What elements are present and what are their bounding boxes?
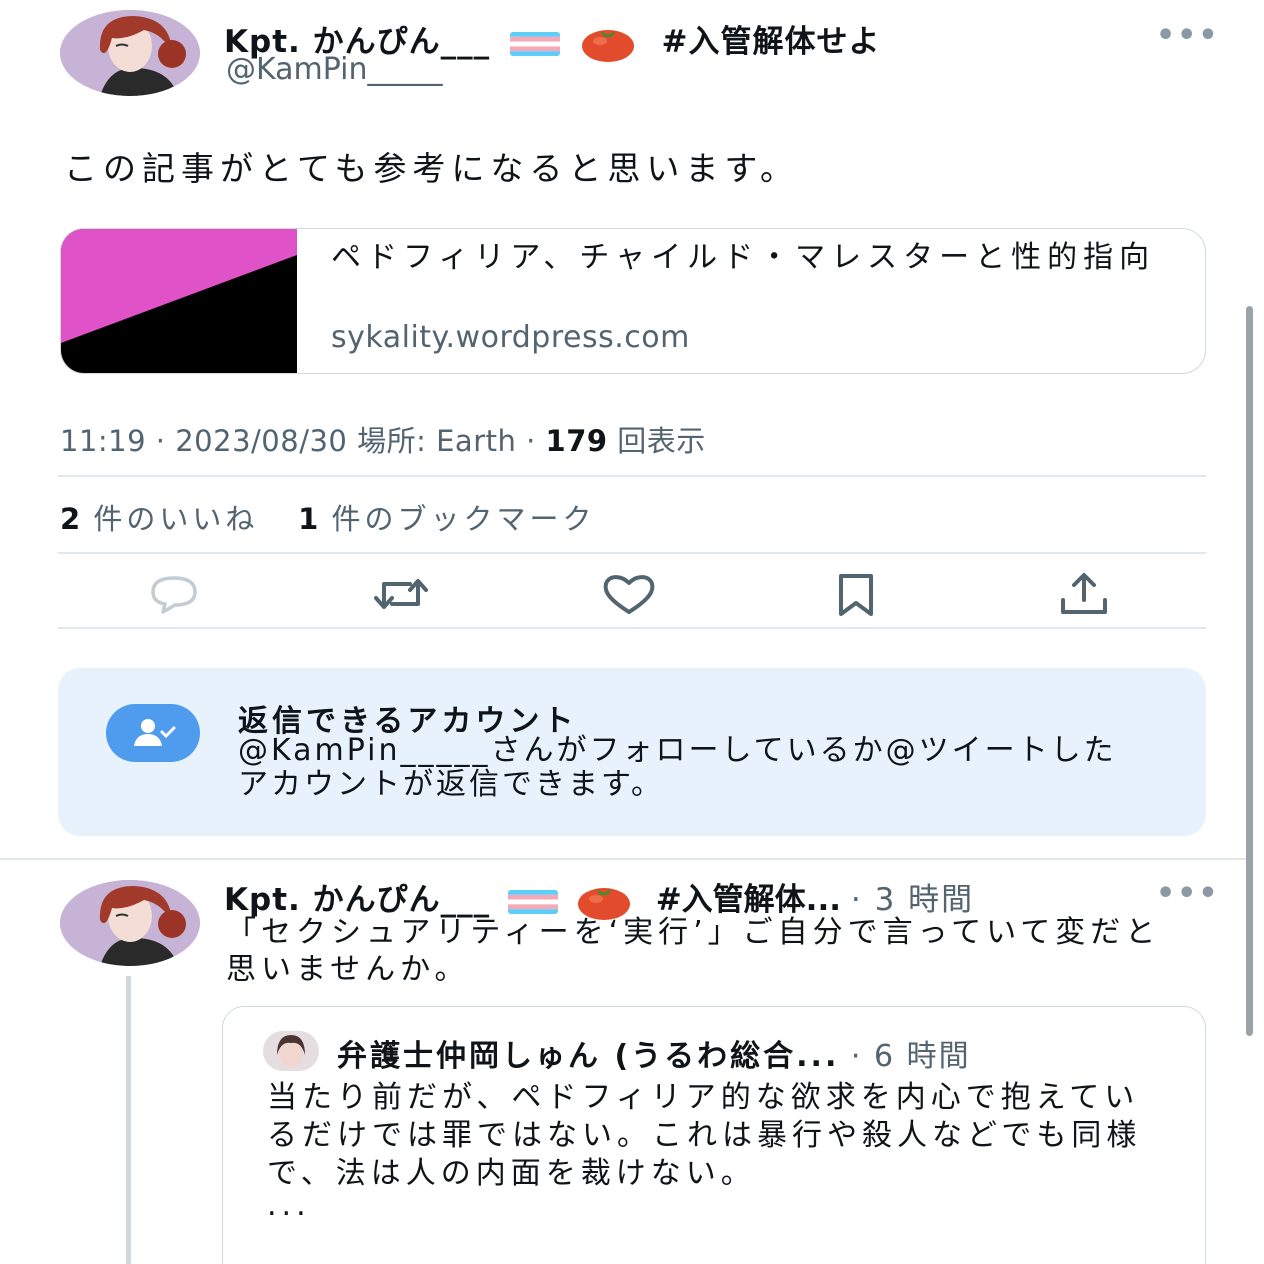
tweet-location: 場所: Earth — [347, 424, 517, 458]
link-card-title: ペドフィリア、チャイルド・マレスターと性的指向 — [331, 240, 1156, 275]
like-icon — [603, 575, 655, 614]
tweet-meta: 11:19 · 2023/08/30 場所: Earth · 179 回表示 — [60, 418, 706, 460]
reply-icon — [151, 576, 197, 614]
author-avatar[interactable] — [60, 10, 200, 96]
link-card-thumbnail — [61, 229, 297, 373]
tweet-stats: 2 件のいいね 1 件のブックマーク — [60, 496, 595, 538]
bookmarks-count: 1 — [298, 502, 319, 536]
meta-separator: · — [146, 424, 176, 458]
reply-time[interactable]: · 3 時間 — [851, 882, 974, 918]
meta-separator: · — [516, 424, 546, 458]
retweet-icon — [374, 579, 428, 609]
link-card-domain: sykality.wordpress.com — [331, 320, 690, 355]
transgender-flag-icon — [507, 889, 558, 914]
quoted-author-avatar — [263, 1031, 319, 1071]
divider — [58, 552, 1206, 554]
section-divider — [0, 858, 1250, 860]
reply-author-hashtag: #入管解体... — [655, 882, 841, 918]
reply-author-name: Kpt. かんぴん___ — [224, 882, 491, 918]
bookmarks-stat[interactable]: 1 件のブックマーク — [298, 502, 595, 536]
likes-label: 件のいいね — [80, 502, 259, 536]
reply-text: 「セクシュアリティーを‘実行’」ご自分で言っていて変だと思いませんか。 — [226, 915, 1161, 987]
bookmarks-label: 件のブックマーク — [318, 502, 596, 536]
quoted-body: 当たり前だが、ペドフィリア的な欲求を内心で抱えているだけでは罪ではない。これは暴… — [267, 1080, 1142, 1191]
retweet-button[interactable] — [369, 570, 433, 618]
transgender-flag-icon — [509, 31, 560, 56]
like-button[interactable] — [597, 570, 661, 618]
tweet-time[interactable]: 11:19 — [60, 424, 146, 458]
tomato-icon — [580, 25, 636, 63]
view-count-label: 回表示 — [607, 424, 706, 458]
quoted-header: 弁護士仲岡しゅん (うるわ総合... · 6 時間 — [337, 1031, 971, 1075]
share-icon — [1061, 573, 1107, 614]
author-handle[interactable]: @KamPin_____ — [226, 52, 443, 87]
reply-more-options-icon[interactable]: ••• — [1156, 876, 1220, 911]
more-options-icon[interactable]: ••• — [1156, 18, 1220, 53]
likes-count: 2 — [60, 502, 81, 536]
bookmark-button[interactable] — [824, 570, 888, 618]
verified-user-icon — [106, 704, 200, 762]
link-card[interactable]: ペドフィリア、チャイルド・マレスターと性的指向 sykality.wordpre… — [60, 228, 1206, 374]
quoted-ellipsis: ... — [267, 1188, 311, 1223]
tweet-text: この記事がとても参考になると思います。 — [64, 149, 800, 188]
share-button[interactable] — [1052, 570, 1116, 618]
scrollbar-thumb[interactable] — [1246, 306, 1253, 1036]
quoted-author-name: 弁護士仲岡しゅん (うるわ総合... — [337, 1039, 840, 1074]
notice-body: @KamPin_____さんがフォローしているか@ツイートしたアカウントが返信で… — [238, 733, 1117, 802]
quoted-time: · 6 時間 — [839, 1039, 971, 1074]
tweet-date[interactable]: 2023/08/30 — [175, 424, 347, 458]
bookmark-icon — [839, 574, 873, 616]
author-hashtag[interactable]: #入管解体せよ — [662, 24, 881, 60]
divider — [58, 475, 1206, 477]
divider — [58, 627, 1206, 629]
quoted-text: 当たり前だが、ペドフィリア的な欲求を内心で抱えているだけでは罪ではない。これは暴… — [267, 1079, 1167, 1223]
likes-stat[interactable]: 2 件のいいね — [60, 502, 258, 536]
reply-author-avatar[interactable] — [60, 880, 200, 966]
thread-line — [126, 976, 131, 1264]
view-count: 179 — [545, 424, 608, 458]
quoted-tweet[interactable]: 弁護士仲岡しゅん (うるわ総合... · 6 時間 当たり前だが、ペドフィリア的… — [222, 1006, 1206, 1264]
reply-restriction-notice: 返信できるアカウント @KamPin_____さんがフォローしているか@ツイート… — [58, 668, 1206, 836]
reply-button[interactable] — [142, 570, 206, 618]
